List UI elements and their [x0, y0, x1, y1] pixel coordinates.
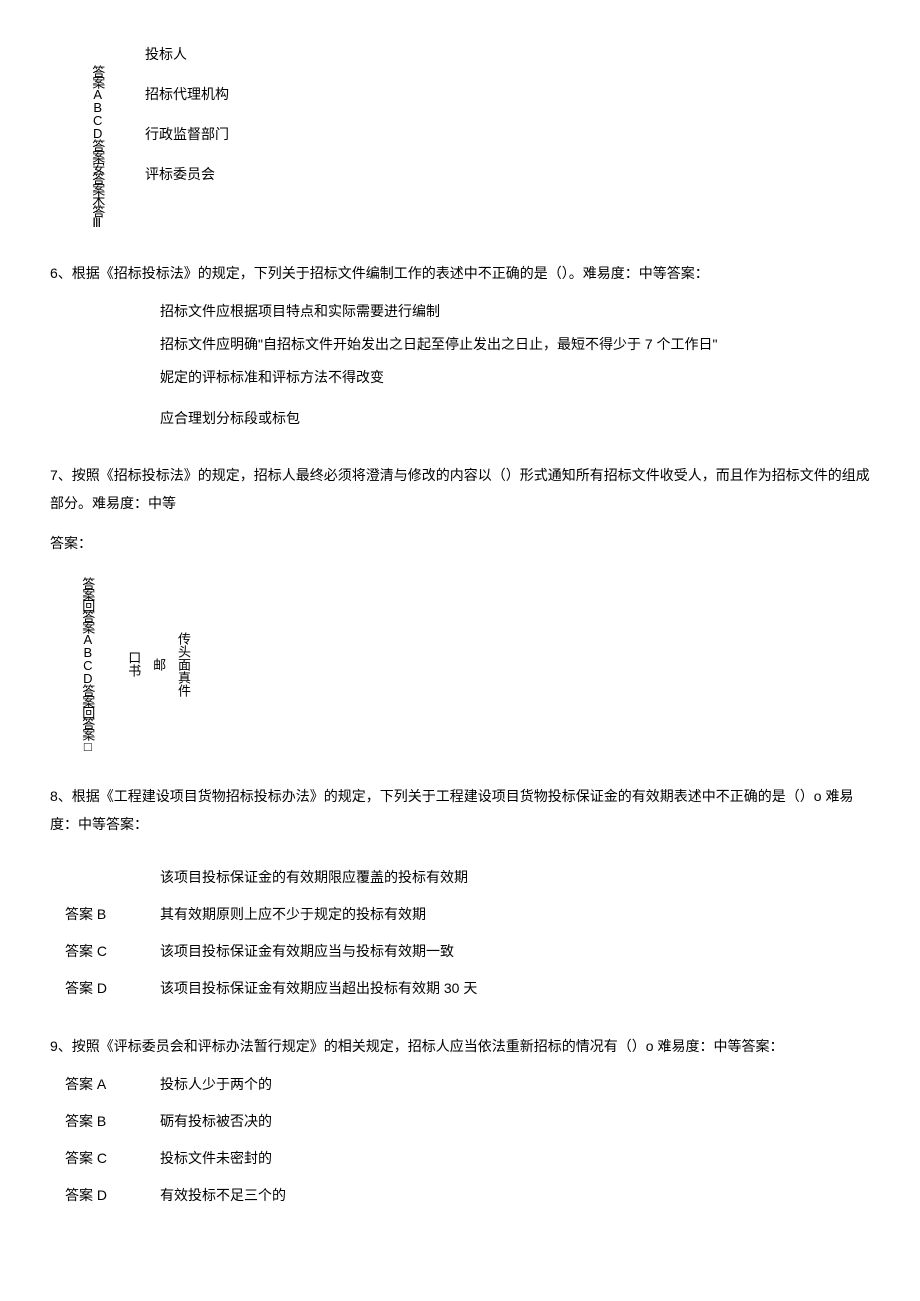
q9-content-c: 投标文件未密封的	[160, 1146, 870, 1171]
q7-left-label: 答案回答案ABCD答案回答案□	[80, 577, 94, 752]
q9-content-a: 投标人少于两个的	[160, 1072, 870, 1097]
q9-option-b: 答案 B 砺有投标被否决的	[50, 1109, 870, 1134]
q7-text: 7、按照《招标投标法》的规定，招标人最终必须将澄清与修改的内容以（）形式通知所有…	[50, 461, 870, 517]
q9-block: 9、按照《评标委员会和评标办法暂行规定》的相关规定，招标人应当依法重新招标的情况…	[50, 1032, 870, 1209]
q8-content-d: 该项目投标保证金有效期应当超出投标有效期 30 天	[160, 976, 870, 1001]
q8-option-b: 答案 B 其有效期原则上应不少于规定的投标有效期	[50, 902, 870, 927]
q8-text: 8、根据《工程建设项目货物招标投标办法》的规定，下列关于工程建设项目货物投标保证…	[50, 782, 870, 838]
q5-vertical-labels: 答案ABCD答案安答案木答Ⅲ	[50, 40, 145, 229]
q8-option-a: 该项目投标保证金的有效期限应覆盖的投标有效期	[50, 865, 870, 890]
q8-option-d: 答案 D 该项目投标保证金有效期应当超出投标有效期 30 天	[50, 976, 870, 1001]
q6-option-b: 招标文件应明确"自招标文件开始发出之日起至停止发出之日止，最短不得少于 7 个工…	[160, 332, 870, 357]
q5-block: 答案ABCD答案安答案木答Ⅲ 投标人 招标代理机构 行政监督部门 评标委员会	[50, 40, 870, 229]
q6-option-a: 招标文件应根据项目特点和实际需要进行编制	[160, 299, 870, 324]
q8-block: 8、根据《工程建设项目货物招标投标办法》的规定，下列关于工程建设项目货物投标保证…	[50, 782, 870, 1002]
q8-content-a: 该项目投标保证金的有效期限应覆盖的投标有效期	[160, 865, 870, 890]
q5-option-b: 招标代理机构	[145, 80, 870, 108]
q9-label-a: 答案 A	[65, 1072, 160, 1097]
q5-option-a: 投标人	[145, 40, 870, 68]
q9-content-d: 有效投标不足三个的	[160, 1183, 870, 1208]
q9-label-b: 答案 B	[65, 1109, 160, 1134]
q9-content-b: 砺有投标被否决的	[160, 1109, 870, 1134]
q8-content-c: 该项目投标保证金有效期应当与投标有效期一致	[160, 939, 870, 964]
q6-text: 6、根据《招标投标法》的规定，下列关于招标文件编制工作的表述中不正确的是（）。难…	[50, 259, 870, 287]
q5-option-d: 评标委员会	[145, 160, 870, 188]
q9-label-d: 答案 D	[65, 1183, 160, 1208]
q6-option-d: 应合理划分标段或标包	[160, 406, 870, 431]
q7-block: 7、按照《招标投标法》的规定，招标人最终必须将澄清与修改的内容以（）形式通知所有…	[50, 461, 870, 752]
q9-text: 9、按照《评标委员会和评标办法暂行规定》的相关规定，招标人应当依法重新招标的情况…	[50, 1032, 870, 1060]
q8-label-b: 答案 B	[65, 902, 160, 927]
q5-options: 投标人 招标代理机构 行政监督部门 评标委员会	[145, 40, 870, 200]
q8-content-b: 其有效期原则上应不少于规定的投标有效期	[160, 902, 870, 927]
q7-right-options: 传头面真 件 邮 口书	[124, 632, 191, 697]
q7-opt-col2: 件	[174, 684, 191, 697]
q8-option-c: 答案 C 该项目投标保证金有效期应当与投标有效期一致	[50, 939, 870, 964]
q8-label-d: 答案 D	[65, 976, 160, 1001]
q9-option-c: 答案 C 投标文件未密封的	[50, 1146, 870, 1171]
q8-label-a	[65, 865, 160, 890]
q7-answer-label: 答案：	[50, 529, 870, 557]
q7-opt-col1: 传头面真	[174, 632, 191, 684]
q9-option-a: 答案 A 投标人少于两个的	[50, 1072, 870, 1097]
q5-option-c: 行政监督部门	[145, 120, 870, 148]
q7-opt-book: 口书	[124, 651, 141, 677]
q8-label-c: 答案 C	[65, 939, 160, 964]
q7-opt-mail: 邮	[149, 658, 166, 671]
q6-block: 6、根据《招标投标法》的规定，下列关于招标文件编制工作的表述中不正确的是（）。难…	[50, 259, 870, 431]
q6-option-c: 妮定的评标标准和评标方法不得改变	[160, 365, 870, 390]
q9-option-d: 答案 D 有效投标不足三个的	[50, 1183, 870, 1208]
q7-left-labels: 答案回答案ABCD答案回答案□	[80, 577, 94, 752]
q5-answer-label: 答案ABCD答案安答案木答Ⅲ	[86, 65, 109, 229]
q7-options-block: 答案回答案ABCD答案回答案□ 传头面真 件 邮 口书	[50, 577, 870, 752]
q9-label-c: 答案 C	[65, 1146, 160, 1171]
